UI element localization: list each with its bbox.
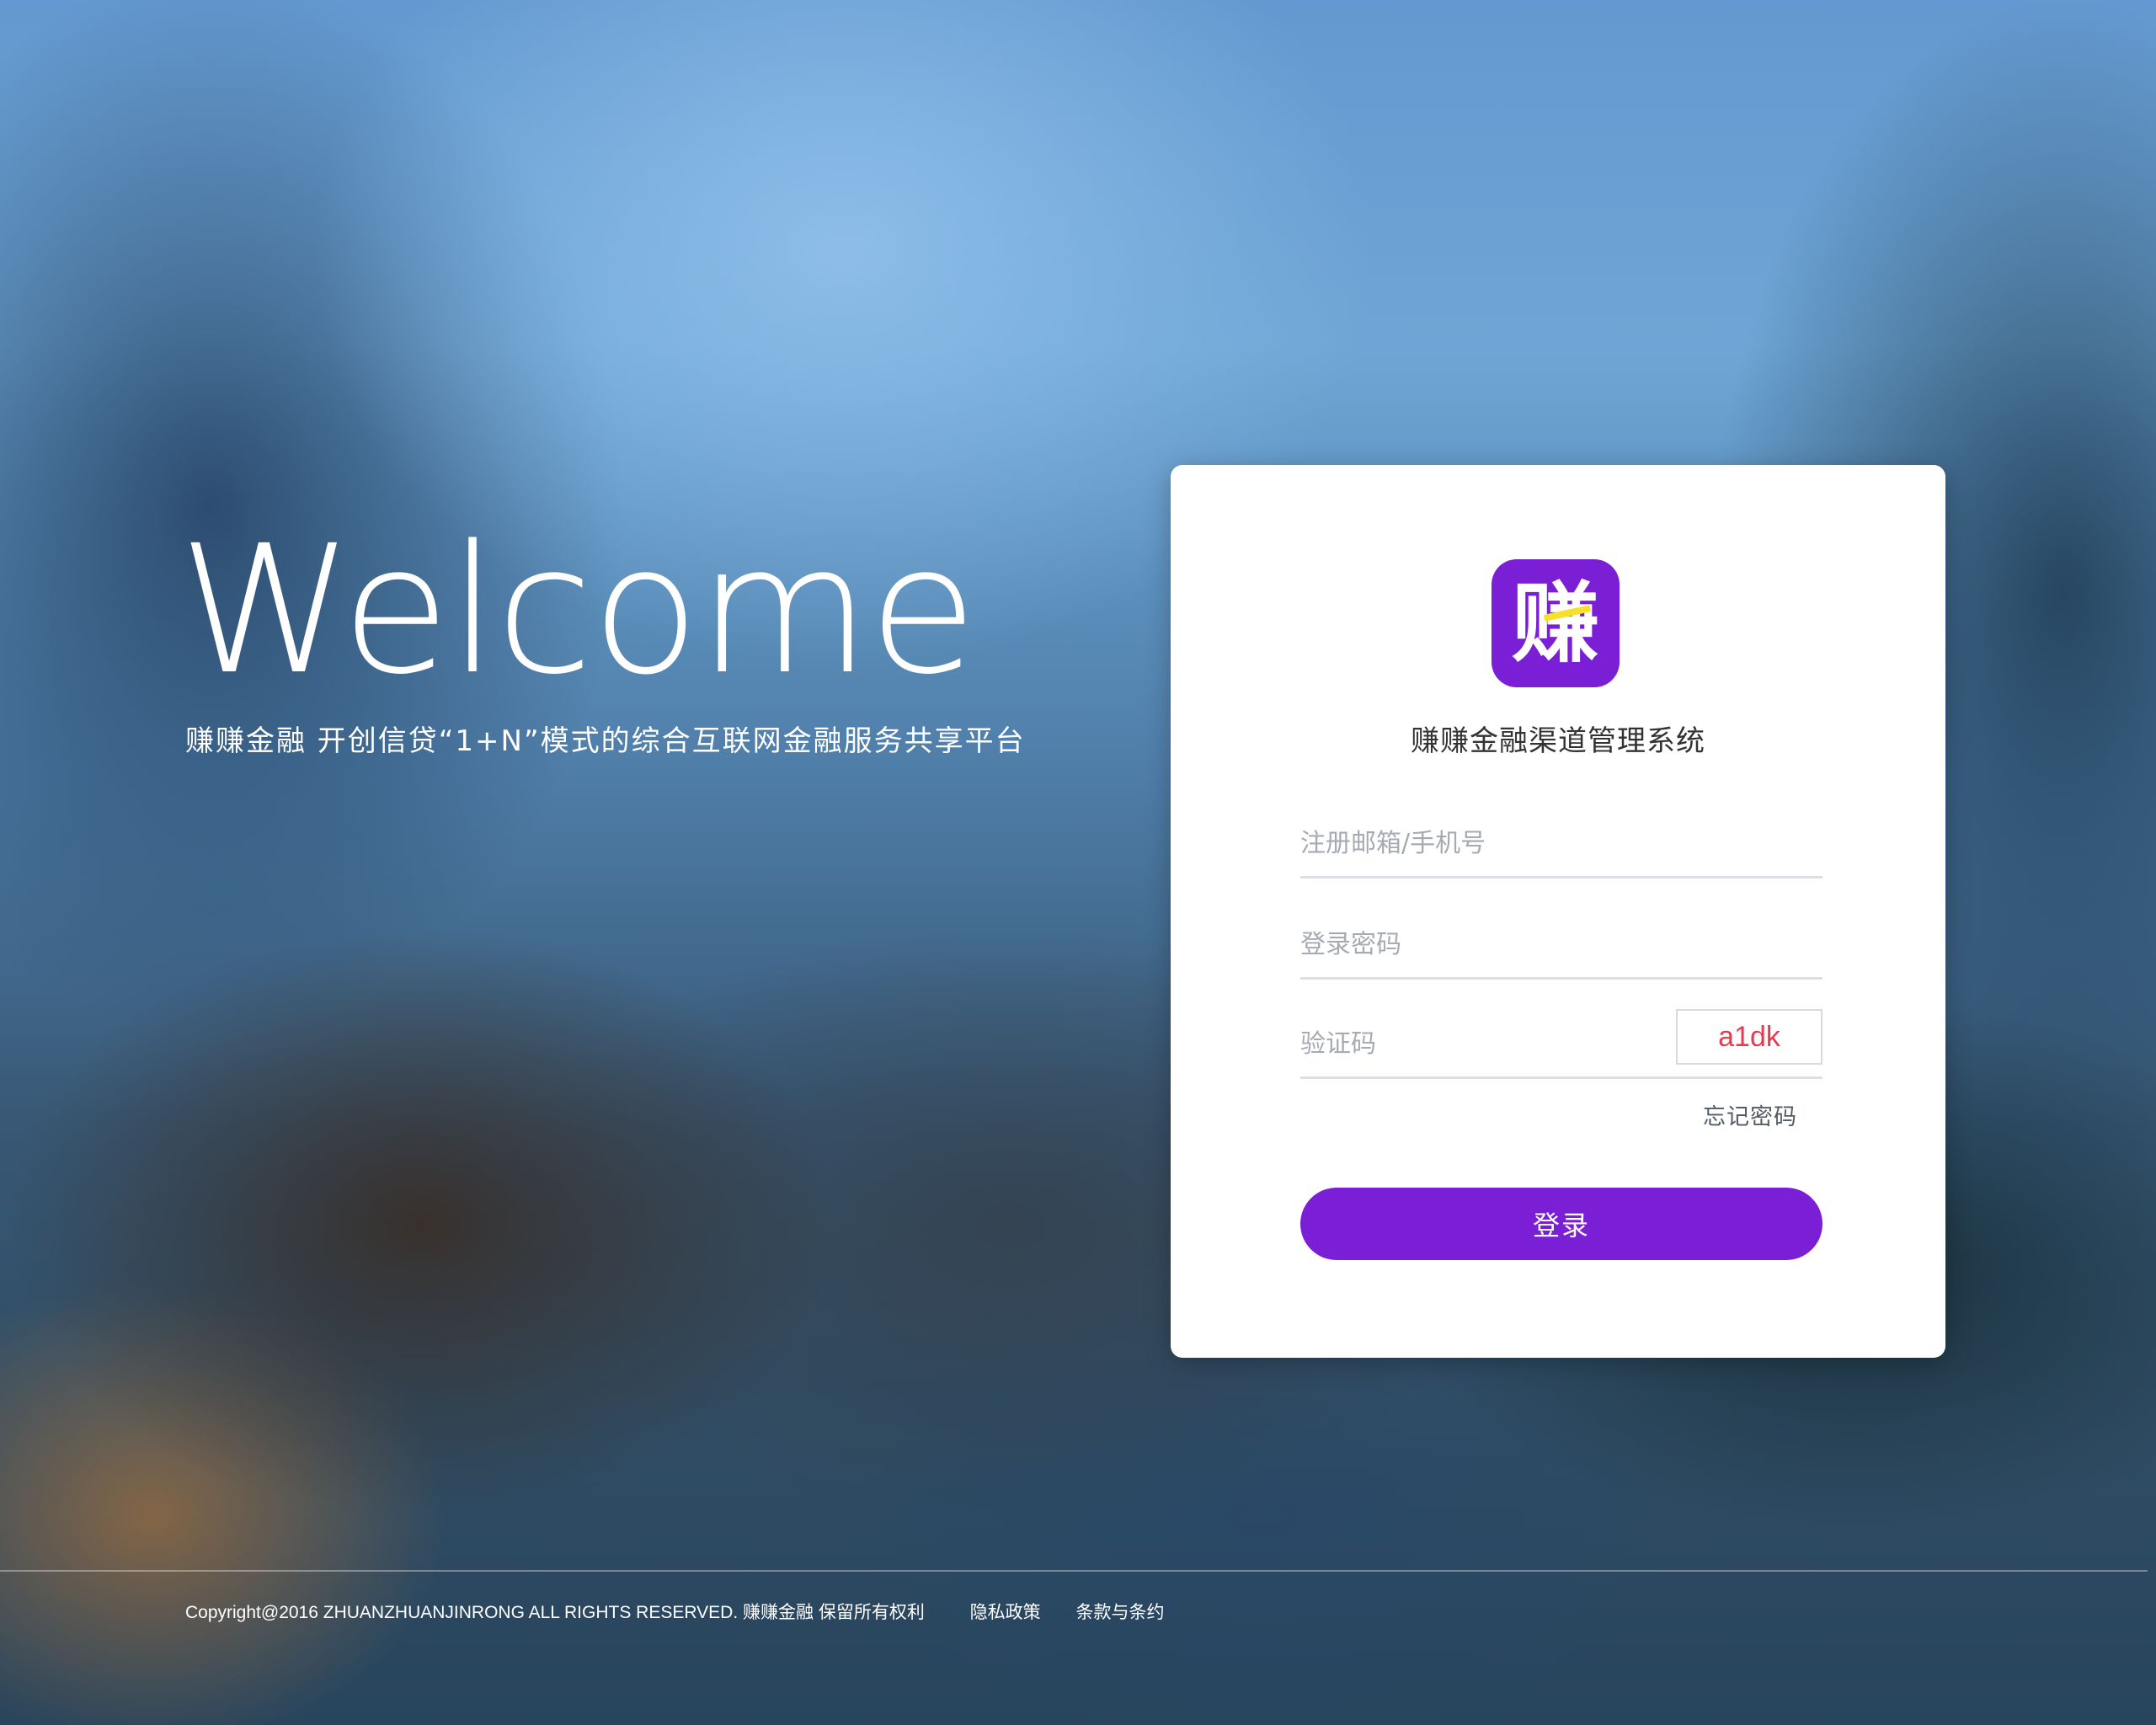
login-button[interactable]: 登录 (1300, 1188, 1822, 1260)
captcha-image[interactable]: a1dk (1676, 1009, 1822, 1065)
password-field (1300, 900, 1822, 980)
system-title: 赚赚金融渠道管理系统 (1411, 724, 1705, 758)
logo-char: 赚 (1511, 572, 1599, 675)
captcha-field: a1dk (1300, 999, 1822, 1079)
copyright-text: Copyright@2016 ZHUANZHUANJINRONG ALL RIG… (185, 1603, 925, 1622)
tagline: 赚赚金融 开创信贷“1+N”模式的综合互联网金融服务共享平台 (185, 724, 1026, 758)
forgot-password-link[interactable]: 忘记密码 (1703, 1098, 1797, 1131)
footer: Copyright@2016 ZHUANZHUANJINRONG ALL RIG… (185, 1599, 1165, 1624)
app-logo-icon: 赚 (1492, 559, 1620, 687)
terms-link[interactable]: 条款与条约 (1076, 1603, 1165, 1622)
captcha-input[interactable] (1300, 1023, 1671, 1065)
account-field (1300, 798, 1822, 879)
login-card: 赚 赚赚金融渠道管理系统 a1dk 忘记密码 登录 (1171, 465, 1945, 1358)
privacy-policy-link[interactable]: 隐私政策 (970, 1603, 1041, 1622)
footer-divider (0, 1570, 2148, 1572)
password-input[interactable] (1300, 923, 1671, 965)
account-input[interactable] (1300, 822, 1671, 864)
welcome-heading: Welcome (179, 507, 978, 713)
